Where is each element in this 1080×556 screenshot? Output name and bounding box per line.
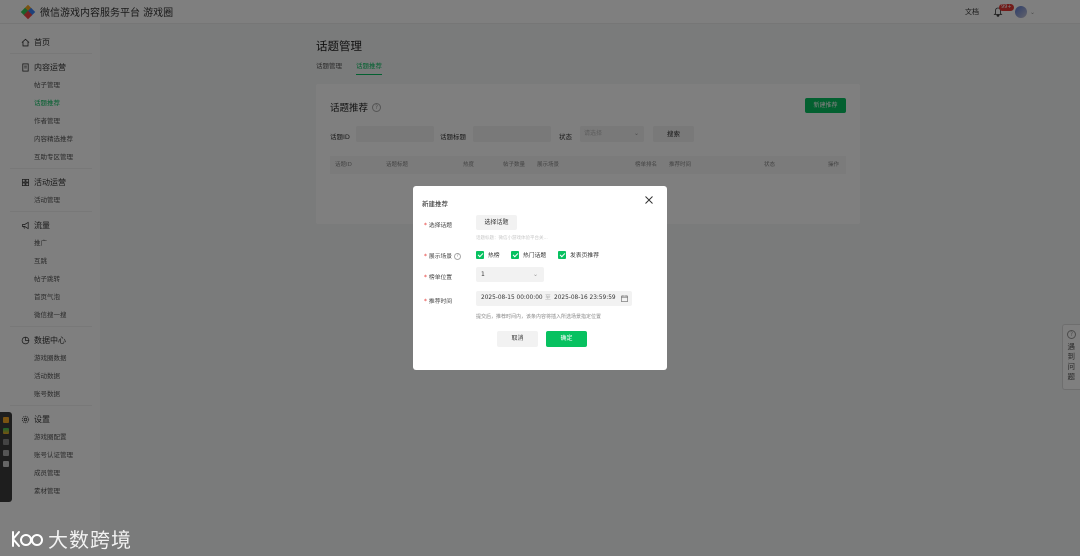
chevron-down-icon: ⌄ [532, 271, 538, 278]
confirm-button[interactable]: 确定 [546, 331, 587, 347]
time-field-label: * 推荐时间 [424, 299, 453, 305]
topic-field-label-text: 选择话题 [428, 223, 453, 229]
watermark-logo-icon [12, 530, 43, 547]
scene-checkbox-hot-list[interactable]: 热榜 [476, 250, 500, 259]
cancel-button[interactable]: 取消 [497, 331, 538, 347]
watermark: 大数跨境 [10, 524, 132, 553]
checkbox-label: 热门话题 [523, 253, 547, 259]
rank-select[interactable]: 1 ⌄ [476, 267, 544, 282]
scene-field-label-text: 展示场景 [428, 254, 453, 260]
topic-field-label: * 选择话题 [424, 223, 453, 229]
checkbox-checked-icon [511, 250, 519, 259]
checkbox-checked-icon [476, 250, 484, 259]
checkbox-checked-icon [558, 250, 566, 259]
topic-hint: 话题标题：微信小游戏体验平台关... [476, 236, 548, 241]
watermark-text: 大数跨境 [48, 528, 132, 552]
range-separator: 至 [545, 295, 551, 301]
time-field-label-text: 推荐时间 [428, 299, 453, 305]
scene-field-label: * 展示场景? [424, 251, 462, 260]
calendar-icon[interactable] [621, 295, 628, 302]
scene-checkbox-hot-topic[interactable]: 热门话题 [511, 250, 546, 259]
help-icon[interactable]: ? [454, 253, 462, 260]
start-time[interactable]: 2025-08-15 00:00:00 [481, 291, 543, 306]
select-topic-button[interactable]: 选择话题 [476, 215, 517, 230]
rank-value: 1 [481, 271, 485, 278]
checkbox-label: 发表页推荐 [570, 253, 599, 259]
rank-field-label: * 榜单位置 [424, 275, 453, 281]
date-range-picker[interactable]: 2025-08-15 00:00:00 至 2025-08-16 23:59:5… [476, 291, 632, 306]
checkbox-label: 热榜 [488, 253, 500, 259]
scene-checkbox-publish-page[interactable]: 发表页推荐 [558, 250, 599, 259]
dialog-title: 新建推荐 [422, 200, 448, 208]
submit-note: 提交后，推荐时间内，该条内容将插入所选场景指定位置 [476, 314, 602, 320]
new-recommend-dialog: 新建推荐 * 选择话题 选择话题 话题标题：微信小游戏体验平台关... * 展示场景… [413, 186, 667, 370]
end-time[interactable]: 2025-08-16 23:59:59 [554, 291, 616, 306]
close-icon[interactable] [644, 195, 654, 205]
rank-field-label-text: 榜单位置 [428, 275, 453, 281]
